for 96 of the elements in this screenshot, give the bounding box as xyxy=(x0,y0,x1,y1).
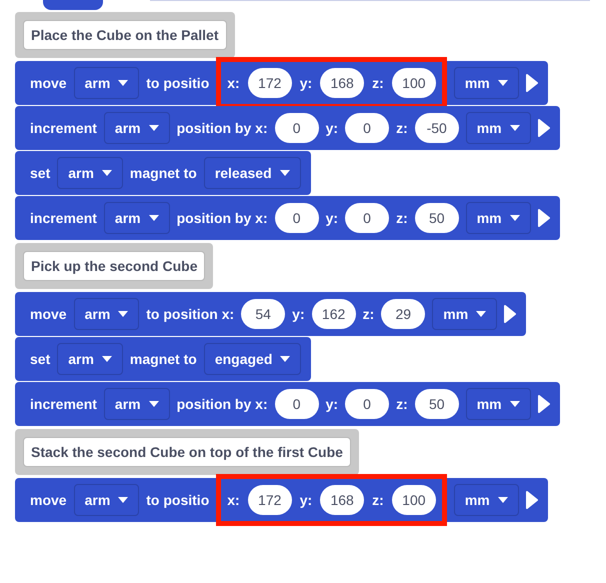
dropdown[interactable]: arm xyxy=(74,298,140,330)
play-icon[interactable] xyxy=(504,305,516,323)
number-field[interactable]: 172 xyxy=(248,485,292,515)
block-label: to position x: xyxy=(146,306,234,322)
number-field[interactable]: 50 xyxy=(414,389,459,419)
command-block[interactable]: move arm to position x: 54 y: 162 z: 29 mm xyxy=(15,292,526,336)
block-label: x: xyxy=(227,75,240,91)
dropdown[interactable]: mm xyxy=(454,67,519,99)
block-label: increment xyxy=(30,210,97,226)
comment-text[interactable]: Pick up the second Cube xyxy=(23,251,206,281)
dropdown[interactable]: arm xyxy=(104,388,170,420)
block-label: move xyxy=(30,306,67,322)
block-label: y: xyxy=(300,75,312,91)
dropdown[interactable]: arm xyxy=(104,112,170,144)
comment-text[interactable]: Place the Cube on the Pallet xyxy=(23,20,226,50)
caret-icon xyxy=(148,401,159,407)
block-label: set xyxy=(30,165,50,181)
number-field[interactable]: 162 xyxy=(312,299,356,329)
play-icon[interactable] xyxy=(538,395,550,413)
block-label: y: xyxy=(326,396,338,412)
caret-icon xyxy=(280,170,290,176)
block-label: set xyxy=(30,351,50,367)
block-label: z: xyxy=(372,75,384,91)
caret-icon xyxy=(280,356,290,362)
block-label: to positio xyxy=(146,492,210,508)
block-label: y: xyxy=(326,120,338,136)
block-label: z: xyxy=(396,396,408,412)
caret-icon xyxy=(498,497,508,503)
caret-icon xyxy=(510,125,520,131)
block-label: y: xyxy=(292,306,305,322)
comment-text[interactable]: Stack the second Cube on top of the first Cube xyxy=(23,437,351,467)
command-block[interactable]: increment arm position by x: 0 y: 0 z: 50 mm xyxy=(15,382,560,426)
caret-icon xyxy=(148,215,159,221)
caret-icon xyxy=(102,170,112,176)
block-label: position by x: xyxy=(176,120,268,136)
block-label: z: xyxy=(396,120,408,136)
caret-icon xyxy=(476,311,486,317)
play-icon[interactable] xyxy=(538,119,550,137)
block-label: position by x: xyxy=(176,396,268,412)
dropdown[interactable]: engaged xyxy=(204,343,302,375)
command-block[interactable]: increment arm position by x: 0 y: 0 z: -50 mm xyxy=(15,106,560,150)
block-label: z: xyxy=(362,306,374,322)
dropdown[interactable]: mm xyxy=(466,388,531,420)
number-field[interactable]: 54 xyxy=(241,299,286,329)
block-label: x: xyxy=(227,492,240,508)
dropdown[interactable]: mm xyxy=(466,202,531,234)
play-icon[interactable] xyxy=(526,74,538,92)
block-label: z: xyxy=(396,210,408,226)
dropdown[interactable]: arm xyxy=(104,202,170,234)
dropdown[interactable]: mm xyxy=(432,298,498,330)
caret-icon xyxy=(510,401,520,407)
caret-icon xyxy=(102,356,112,362)
number-field[interactable]: 100 xyxy=(392,68,436,98)
block-label: y: xyxy=(300,492,312,508)
block-label: magnet to xyxy=(130,351,197,367)
play-icon[interactable] xyxy=(526,491,538,509)
command-block[interactable]: increment arm position by x: 0 y: 0 z: 50 mm xyxy=(15,196,560,240)
block-label: increment xyxy=(30,120,97,136)
number-field[interactable]: -50 xyxy=(414,113,459,143)
block-label: move xyxy=(30,75,67,91)
block-label: move xyxy=(30,492,67,508)
number-field[interactable]: 0 xyxy=(274,113,319,143)
number-field[interactable]: 29 xyxy=(381,299,426,329)
dropdown[interactable]: mm xyxy=(466,112,531,144)
block-label: position by x: xyxy=(176,210,268,226)
caret-icon xyxy=(118,80,128,86)
caret-icon xyxy=(118,497,128,503)
number-field[interactable]: 0 xyxy=(274,389,319,419)
number-field[interactable]: 0 xyxy=(345,113,390,143)
block-label: y: xyxy=(326,210,338,226)
block-notch xyxy=(43,0,103,10)
dropdown[interactable]: arm xyxy=(57,157,123,189)
dropdown[interactable]: arm xyxy=(74,67,140,99)
caret-icon xyxy=(148,125,159,131)
block-label: increment xyxy=(30,396,97,412)
command-block[interactable]: set arm magnet to engaged xyxy=(15,337,312,381)
number-field[interactable]: 50 xyxy=(414,203,459,233)
number-field[interactable]: 0 xyxy=(274,203,319,233)
dropdown[interactable]: arm xyxy=(57,343,123,375)
block-label: to positio xyxy=(146,75,210,91)
dropdown[interactable]: released xyxy=(204,157,301,189)
number-field[interactable]: 168 xyxy=(320,68,364,98)
number-field[interactable]: 172 xyxy=(248,68,292,98)
caret-icon xyxy=(498,80,508,86)
dropdown[interactable]: arm xyxy=(74,484,140,516)
block-label: magnet to xyxy=(130,165,197,181)
command-block[interactable]: set arm magnet to released xyxy=(15,151,311,195)
number-field[interactable]: 0 xyxy=(345,389,390,419)
block-label: z: xyxy=(372,492,384,508)
number-field[interactable]: 100 xyxy=(392,485,436,515)
number-field[interactable]: 0 xyxy=(345,203,390,233)
dropdown[interactable]: mm xyxy=(454,484,519,516)
caret-icon xyxy=(118,311,128,317)
play-icon[interactable] xyxy=(538,209,550,227)
caret-icon xyxy=(510,215,520,221)
number-field[interactable]: 168 xyxy=(320,485,364,515)
